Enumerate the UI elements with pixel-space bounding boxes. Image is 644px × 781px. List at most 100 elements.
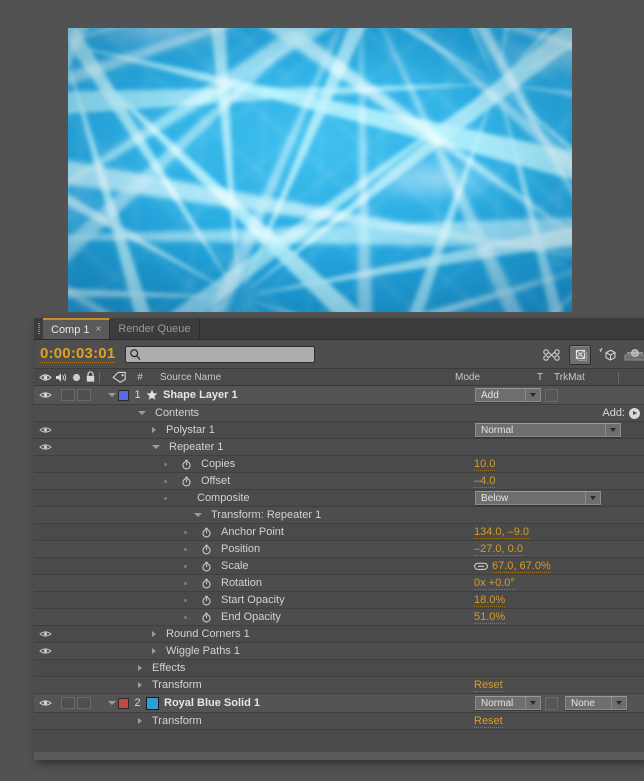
- keyframe-nav-dot[interactable]: [184, 530, 187, 534]
- mode-dropdown-2[interactable]: Normal None: [475, 696, 627, 710]
- table-row[interactable]: Copies 10.0: [34, 456, 644, 473]
- stopwatch-icon[interactable]: [201, 612, 212, 623]
- table-row[interactable]: Transform Reset: [34, 677, 644, 694]
- solo-toggle[interactable]: [77, 697, 91, 709]
- audio-toggle[interactable]: [61, 697, 75, 709]
- header-mode[interactable]: Mode: [450, 372, 532, 383]
- effects-group[interactable]: Effects: [34, 662, 644, 674]
- add-shape-control[interactable]: Add:: [602, 405, 640, 421]
- transform-repeater-group[interactable]: Transform: Repeater 1: [34, 509, 644, 521]
- table-row[interactable]: End Opacity 51.0%: [34, 609, 644, 626]
- anchor-point-value[interactable]: 134.0, –9.0: [474, 526, 530, 539]
- solo-icon[interactable]: [71, 372, 82, 383]
- panel-grip[interactable]: [34, 318, 43, 339]
- scale-value-cell[interactable]: 67.0, 67.0%: [474, 558, 551, 574]
- speaker-icon[interactable]: [55, 372, 68, 383]
- stopwatch-icon[interactable]: [201, 544, 212, 555]
- transform-layer2-reset-cell[interactable]: Reset: [474, 713, 503, 729]
- anchor-point-value-cell[interactable]: 134.0, –9.0: [474, 524, 530, 540]
- table-row[interactable]: Repeater 1: [34, 439, 644, 456]
- transform-layer2-group[interactable]: Transform: [34, 715, 644, 727]
- end-opacity-value-cell[interactable]: 51.0%: [474, 609, 506, 625]
- eye-icon[interactable]: [38, 628, 53, 641]
- repeater-group[interactable]: Repeater 1: [106, 441, 644, 453]
- table-row[interactable]: Position –27.0, 0.0: [34, 541, 644, 558]
- eye-icon[interactable]: [38, 645, 53, 658]
- table-row[interactable]: Transform Reset: [34, 713, 644, 730]
- table-row[interactable]: 1 Shape Layer 1 Add: [34, 386, 644, 405]
- contents-group[interactable]: Contents: [34, 407, 644, 419]
- rotation-value-cell[interactable]: 0x +0.0°: [474, 575, 515, 591]
- table-row[interactable]: Polystar 1 Normal: [34, 422, 644, 439]
- transform-layer1-reset[interactable]: Reset: [474, 679, 503, 692]
- lock-icon[interactable]: [85, 371, 96, 383]
- start-opacity-value[interactable]: 18.0%: [474, 594, 506, 607]
- transform-layer1-reset-cell[interactable]: Reset: [474, 677, 503, 693]
- stopwatch-icon[interactable]: [181, 476, 192, 487]
- stopwatch-icon[interactable]: [201, 561, 212, 572]
- wiggle-paths-group[interactable]: Wiggle Paths 1: [106, 645, 644, 657]
- solo-toggle[interactable]: [77, 389, 91, 401]
- keyframe-nav-dot[interactable]: [184, 615, 187, 619]
- start-opacity-property[interactable]: Start Opacity: [34, 594, 644, 606]
- keyframe-nav-dot[interactable]: [184, 581, 187, 585]
- stopwatch-icon[interactable]: [201, 595, 212, 606]
- twirl-polystar[interactable]: [152, 427, 156, 433]
- position-value[interactable]: –27.0, 0.0: [474, 543, 523, 556]
- draft-3d-icon[interactable]: [624, 348, 644, 362]
- tab-comp-1[interactable]: Comp 1 ×: [43, 318, 111, 339]
- copies-value[interactable]: 10.0: [474, 458, 496, 471]
- layer-color-swatch-1[interactable]: [118, 389, 129, 401]
- stopwatch-icon[interactable]: [201, 527, 212, 538]
- table-row[interactable]: Effects: [34, 660, 644, 677]
- transform-layer1-group[interactable]: Transform: [34, 679, 644, 691]
- scale-value[interactable]: 67.0, 67.0%: [492, 560, 551, 573]
- tab-render-queue[interactable]: Render Queue: [110, 318, 200, 339]
- t-checkbox-1[interactable]: [545, 388, 558, 402]
- position-value-cell[interactable]: –27.0, 0.0: [474, 541, 523, 557]
- table-row[interactable]: Scale 67.0, 67.0%: [34, 558, 644, 575]
- table-row[interactable]: 2 Royal Blue Solid 1 Normal None: [34, 694, 644, 713]
- empty-layer-area[interactable]: [34, 730, 644, 752]
- scale-property[interactable]: Scale: [34, 560, 644, 572]
- t-checkbox-2[interactable]: [545, 696, 558, 710]
- end-opacity-value[interactable]: 51.0%: [474, 611, 506, 624]
- table-row[interactable]: Composite Below: [34, 490, 644, 507]
- label-tag-icon[interactable]: [106, 371, 132, 383]
- start-opacity-value-cell[interactable]: 18.0%: [474, 592, 506, 608]
- composition-preview[interactable]: [68, 28, 572, 312]
- link-constrain-icon[interactable]: [474, 562, 488, 571]
- table-row[interactable]: Rotation 0x +0.0°: [34, 575, 644, 592]
- keyframe-nav-dot[interactable]: [164, 496, 167, 500]
- eye-icon[interactable]: [38, 389, 53, 402]
- eye-icon[interactable]: [38, 424, 53, 437]
- current-timecode[interactable]: 0:00:03:01: [40, 345, 116, 363]
- graph-editor-icon[interactable]: [543, 348, 562, 362]
- twirl-effects[interactable]: [138, 665, 142, 671]
- table-row[interactable]: Start Opacity 18.0%: [34, 592, 644, 609]
- keyframe-nav-dot[interactable]: [164, 479, 167, 483]
- copies-value-cell[interactable]: 10.0: [474, 456, 496, 472]
- table-row[interactable]: Anchor Point 134.0, –9.0: [34, 524, 644, 541]
- close-icon[interactable]: ×: [96, 324, 102, 335]
- table-row[interactable]: Contents Add:: [34, 405, 644, 422]
- eye-icon[interactable]: [38, 441, 53, 454]
- offset-value[interactable]: –4.0: [474, 475, 496, 488]
- header-t[interactable]: T: [532, 372, 548, 383]
- mode-dropdown-1[interactable]: Add: [475, 388, 558, 402]
- twirl-wiggle-paths[interactable]: [152, 648, 156, 654]
- polystar-mode-dropdown[interactable]: Normal: [475, 423, 621, 437]
- table-row[interactable]: Transform: Repeater 1: [34, 507, 644, 524]
- header-source-name[interactable]: Source Name: [148, 372, 450, 383]
- twirl-repeater[interactable]: [152, 445, 160, 449]
- twirl-transform-layer2[interactable]: [138, 718, 142, 724]
- twirl-round-corners[interactable]: [152, 631, 156, 637]
- twirl-transform-layer1[interactable]: [138, 682, 142, 688]
- layer-twirl-1[interactable]: [106, 389, 117, 402]
- copies-property[interactable]: Copies: [34, 458, 644, 470]
- stopwatch-icon[interactable]: [181, 459, 192, 470]
- layer-twirl-2[interactable]: [106, 697, 117, 710]
- header-number[interactable]: #: [132, 372, 148, 383]
- motion-blur-toggle-icon[interactable]: [569, 344, 591, 365]
- anchor-point-property[interactable]: Anchor Point: [34, 526, 644, 538]
